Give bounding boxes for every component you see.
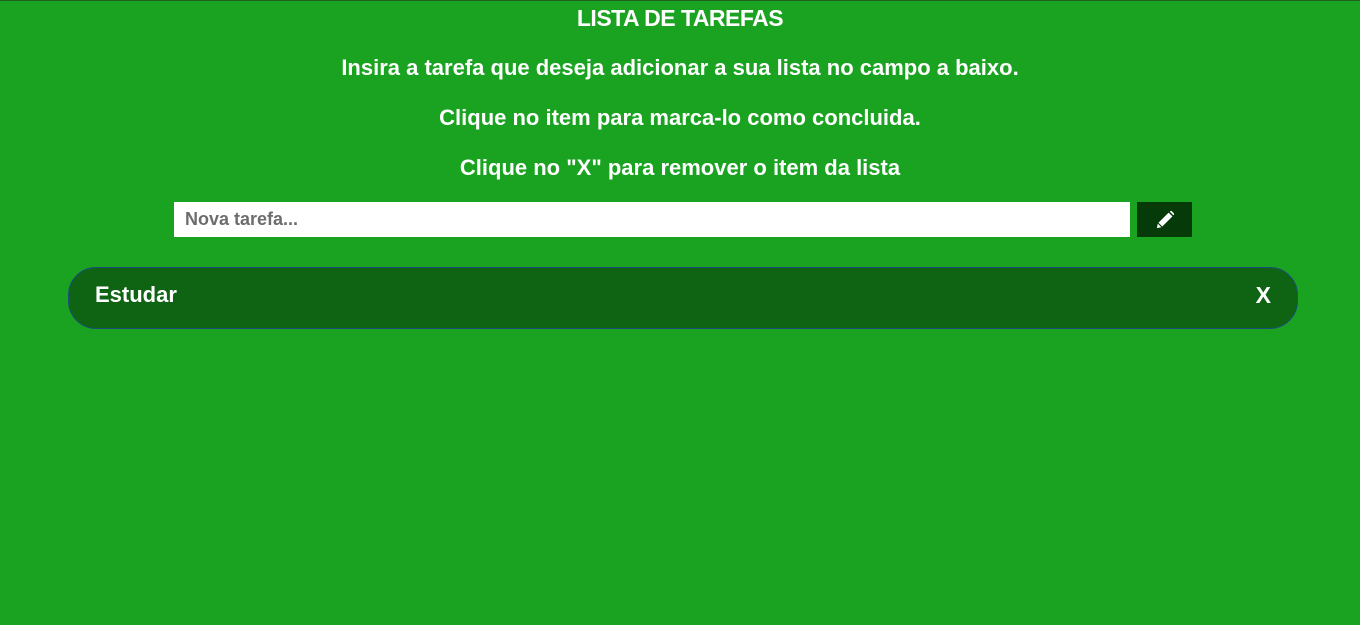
instruction-remove: Clique no "X" para remover o item da lis… [459,155,901,180]
add-task-button[interactable] [1137,202,1192,237]
page-title: LISTA DE TAREFAS [576,5,784,31]
task-item[interactable]: Estudar X [68,267,1298,329]
task-label: Estudar [95,282,177,307]
remove-task-button[interactable]: X [1256,281,1271,309]
instruction-add: Insira a tarefa que deseja adicionar a s… [341,55,1019,80]
new-task-input[interactable] [174,202,1130,237]
instruction-complete: Clique no item para marca-lo como conclu… [439,105,921,130]
task-list: Estudar X [68,267,1298,329]
pencil-icon [1156,210,1174,228]
